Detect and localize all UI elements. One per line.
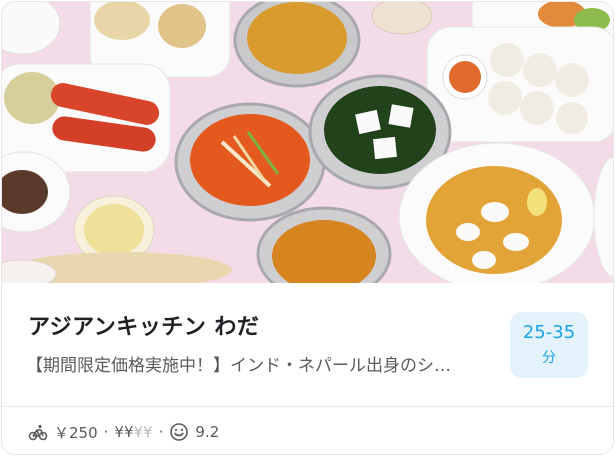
- delivery-eta-badge: 25-35 分: [510, 312, 588, 378]
- meta-separator: ·: [103, 423, 109, 441]
- eta-range: 25-35: [522, 322, 576, 343]
- price-level-active: ¥¥: [114, 423, 134, 441]
- restaurant-card[interactable]: アジアンキッチン わだ 【期間限定価格実施中！】インド・ネパール出身のシ… 25…: [1, 1, 614, 455]
- restaurant-hero-image: [2, 2, 613, 283]
- smiley-face-icon: [169, 422, 189, 442]
- bicycle-icon: [28, 422, 48, 442]
- restaurant-name[interactable]: アジアンキッチン わだ: [28, 309, 259, 341]
- restaurant-description: 【期間限定価格実施中！】インド・ネパール出身のシ…: [26, 356, 451, 376]
- eta-unit: 分: [542, 350, 556, 366]
- delivery-fee: ￥250: [54, 423, 98, 442]
- rating-value: 9.2: [195, 423, 220, 441]
- card-divider: [2, 406, 613, 407]
- meta-separator: ·: [158, 423, 164, 441]
- price-level-inactive: ¥¥: [133, 423, 153, 441]
- restaurant-meta-row: ￥250 · ¥¥ ¥¥ · 9.2: [28, 420, 219, 444]
